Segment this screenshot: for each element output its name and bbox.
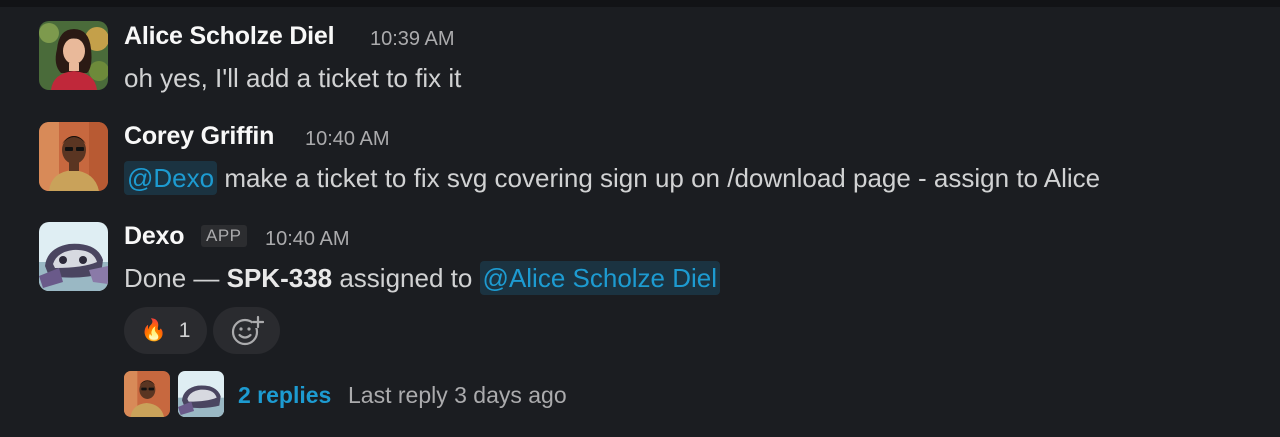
reaction-count: 1 — [178, 318, 191, 342]
timestamp[interactable]: 10:39 AM — [370, 28, 455, 51]
timestamp[interactable]: 10:40 AM — [305, 128, 390, 151]
top-bar — [0, 0, 1280, 7]
author-name[interactable]: Dexo — [124, 222, 185, 251]
message-prefix: Done — — [124, 263, 227, 293]
ticket-id: SPK-338 — [226, 263, 333, 293]
reaction-fire[interactable]: 🔥 1 — [124, 307, 207, 354]
fire-emoji: 🔥 — [140, 318, 167, 342]
message-text: @Dexo make a ticket to fix svg covering … — [124, 161, 1101, 195]
timestamp[interactable]: 10:40 AM — [265, 228, 350, 251]
add-reaction-icon — [231, 315, 264, 345]
message-body: make a ticket to fix svg covering sign u… — [217, 163, 1101, 193]
author-name[interactable]: Alice Scholze Diel — [124, 22, 335, 51]
thread-last-reply: Last reply 3 days ago — [348, 382, 567, 408]
thread-replies-link[interactable]: 2 replies — [238, 382, 331, 409]
author-name[interactable]: Corey Griffin — [124, 122, 274, 151]
mention-dexo[interactable]: @Dexo — [124, 161, 218, 195]
add-reaction-button[interactable] — [213, 307, 280, 354]
avatar-alice[interactable] — [39, 21, 108, 90]
mention-alice[interactable]: @Alice Scholze Diel — [479, 261, 721, 295]
message-middle: assigned to — [332, 263, 480, 293]
app-badge: APP — [201, 225, 247, 247]
message-text: oh yes, I'll add a ticket to fix it — [124, 63, 462, 93]
avatar-dexo[interactable] — [39, 222, 108, 291]
thread-avatar-dexo[interactable] — [178, 371, 224, 417]
avatar-corey[interactable] — [39, 122, 108, 191]
thread-avatar-corey[interactable] — [124, 371, 170, 417]
message-text: Done — SPK-338 assigned to @Alice Scholz… — [124, 261, 721, 295]
